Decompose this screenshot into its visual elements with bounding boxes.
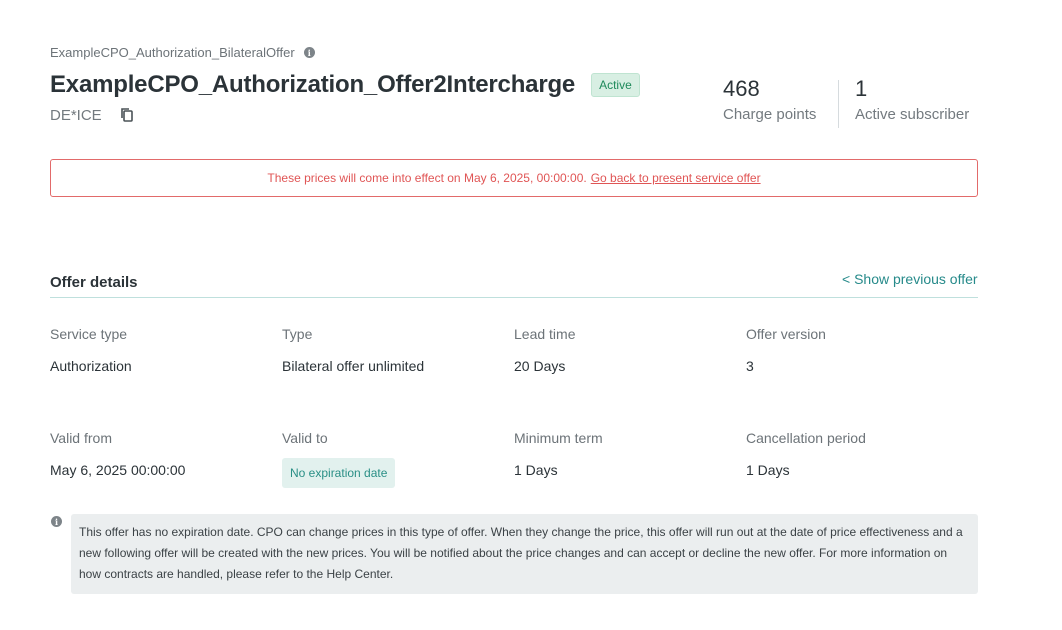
party-id-row: DE*ICE (50, 106, 136, 124)
alert-text: These prices will come into effect on Ma… (267, 171, 587, 185)
valid-from-value: May 6, 2025 00:00:00 (50, 462, 186, 478)
charge-points-value: 468 (723, 76, 760, 101)
subscribers-stat: 1 Active subscriber (855, 76, 969, 123)
subscribers-label: Active subscriber (855, 106, 970, 123)
stat-divider (838, 80, 839, 128)
type-value: Bilateral offer unlimited (282, 358, 425, 374)
title-row: ExampleCPO_Authorization_Offer2Interchar… (50, 71, 640, 99)
service-type-value: Authorization (50, 358, 132, 374)
show-previous-offer-link[interactable]: < Show previous offer (842, 271, 978, 287)
info-icon[interactable]: i (303, 47, 315, 58)
lead-time-value: 20 Days (514, 358, 566, 374)
cancellation-period-value: 1 Days (746, 462, 790, 478)
back-to-present-offer-link[interactable]: Go back to present service offer (591, 171, 761, 185)
cancellation-period-label: Cancellation period (746, 430, 866, 446)
minimum-term-label: Minimum term (514, 430, 603, 446)
valid-to-label: Valid to (282, 430, 328, 446)
valid-from-label: Valid from (50, 430, 112, 446)
breadcrumb-text: ExampleCPO_Authorization_BilateralOffer (50, 45, 295, 60)
status-badge: Active (591, 73, 640, 97)
minimum-term-value: 1 Days (514, 462, 558, 478)
charge-points-stat: 468 Charge points (723, 76, 816, 123)
charge-points-label: Charge points (723, 106, 817, 123)
offer-version-label: Offer version (746, 326, 826, 342)
expiration-note: This offer has no expiration date. CPO c… (71, 514, 978, 594)
lead-time-label: Lead time (514, 326, 576, 342)
party-id: DE*ICE (50, 106, 102, 124)
copy-icon[interactable] (118, 106, 136, 124)
offer-version-value: 3 (746, 358, 754, 374)
price-effect-alert: These prices will come into effect on Ma… (50, 159, 978, 197)
note-info-icon: i (51, 516, 62, 527)
section-divider (50, 297, 978, 298)
service-type-label: Service type (50, 326, 128, 342)
breadcrumb: ExampleCPO_Authorization_BilateralOffer … (50, 45, 315, 60)
type-label: Type (282, 326, 313, 342)
section-title: Offer details (50, 274, 138, 291)
subscribers-value: 1 (855, 76, 868, 101)
page-title: ExampleCPO_Authorization_Offer2Interchar… (50, 71, 576, 98)
no-expiration-badge: No expiration date (282, 458, 396, 488)
